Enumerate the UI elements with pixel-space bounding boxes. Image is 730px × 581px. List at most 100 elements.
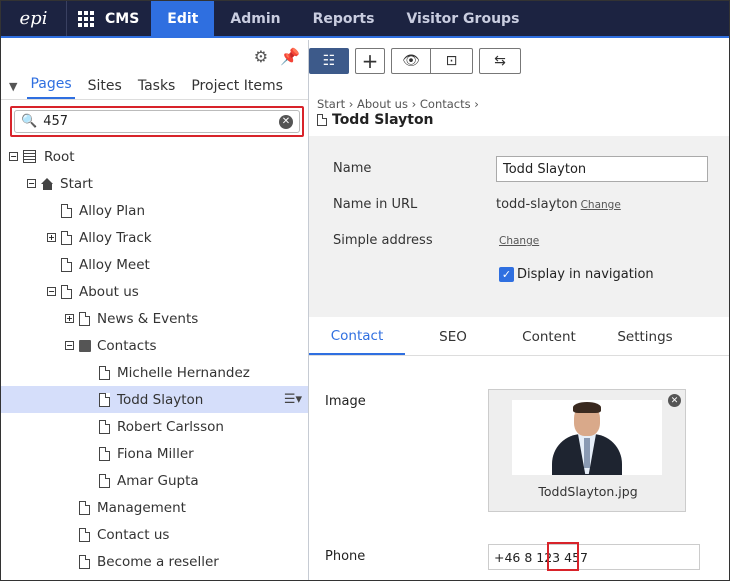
- page-icon: [79, 311, 90, 326]
- collapse-icon[interactable]: −: [27, 179, 36, 188]
- address-label: Simple address: [333, 233, 433, 248]
- tree-item-label: Start: [60, 175, 93, 192]
- tree-item[interactable]: Management: [1, 494, 308, 521]
- tab-tasks[interactable]: Tasks: [135, 78, 179, 99]
- tree-item-label: Amar Gupta: [117, 472, 199, 489]
- checkbox-checked-icon[interactable]: ✓: [499, 267, 514, 282]
- page-title-text: Todd Slayton: [332, 112, 434, 128]
- editor-toolbar: ☷ + 👁 ⊡ ⇆: [309, 40, 729, 82]
- page-icon: [99, 419, 110, 434]
- display-in-nav[interactable]: ✓ Display in navigation: [499, 267, 654, 282]
- clear-search-icon[interactable]: ✕: [279, 114, 293, 129]
- pin-icon[interactable]: 📌: [280, 47, 300, 66]
- compare-button[interactable]: ⊡: [431, 48, 473, 74]
- app-grid-icon[interactable]: [67, 1, 105, 36]
- tree-item-label: Alloy Track: [79, 229, 152, 246]
- property-tabs: Contact SEO Content Settings: [309, 318, 729, 356]
- tree-item[interactable]: − Start: [1, 170, 308, 197]
- page-properties: Name Todd Slayton Name in URL todd-slayt…: [309, 136, 729, 317]
- add-button[interactable]: +: [355, 48, 385, 74]
- folder-icon: [79, 339, 91, 352]
- tab-settings[interactable]: Settings: [597, 318, 693, 355]
- tree-item-label: Alloy Plan: [79, 202, 145, 219]
- tree-item-label: Become a reseller: [97, 553, 219, 570]
- tree-item[interactable]: Alloy Meet: [1, 251, 308, 278]
- tree-item[interactable]: Become a reseller: [1, 548, 308, 575]
- tree-item-label: Fiona Miller: [117, 445, 194, 462]
- tab-contact[interactable]: Contact: [309, 318, 405, 355]
- tree-item-label: Contact us: [97, 526, 170, 543]
- breadcrumb: Start › About us › Contacts ›: [317, 97, 479, 111]
- tab-pages[interactable]: Pages: [27, 76, 75, 99]
- epi-logo[interactable]: epi: [1, 1, 67, 36]
- preview-button[interactable]: 👁: [391, 48, 431, 74]
- breadcrumb-contacts[interactable]: Contacts: [420, 97, 471, 111]
- collapse-icon[interactable]: −: [47, 287, 56, 296]
- change-url-link[interactable]: Change: [581, 199, 621, 211]
- search-match-highlight: [547, 542, 579, 571]
- display-in-nav-label: Display in navigation: [517, 267, 654, 282]
- tree-item-label: Todd Slayton: [117, 391, 204, 408]
- tree-item[interactable]: Todd Slayton ☰▾: [1, 386, 308, 413]
- breadcrumb-about[interactable]: About us: [357, 97, 408, 111]
- tree-item[interactable]: Michelle Hernandez: [1, 359, 308, 386]
- tree-item[interactable]: Fiona Miller: [1, 440, 308, 467]
- context-menu-icon[interactable]: ☰▾: [284, 392, 302, 407]
- url-value-row: todd-slayton Change: [496, 197, 621, 212]
- expand-icon[interactable]: +: [65, 314, 74, 323]
- breadcrumb-start[interactable]: Start: [317, 97, 345, 111]
- tree-item[interactable]: + News & Events: [1, 305, 308, 332]
- url-label: Name in URL: [333, 197, 418, 212]
- tree-item-label: Management: [97, 499, 186, 516]
- tree-item-label: Alloy Meet: [79, 256, 150, 273]
- change-address-link[interactable]: Change: [499, 235, 539, 247]
- page-icon: [99, 365, 110, 380]
- nav-tab-visitor-groups[interactable]: Visitor Groups: [390, 1, 535, 36]
- app-name: CMS: [105, 10, 140, 27]
- nav-tab-edit[interactable]: Edit: [151, 1, 215, 36]
- tree-item[interactable]: + Alloy Track: [1, 224, 308, 251]
- page-icon: [61, 257, 72, 272]
- tree-item-label: About us: [79, 283, 139, 300]
- page-icon: [79, 500, 90, 515]
- gear-icon[interactable]: ⚙: [254, 47, 268, 66]
- nav-tab-reports[interactable]: Reports: [297, 1, 391, 36]
- tree-item[interactable]: Amar Gupta: [1, 467, 308, 494]
- page-icon: [61, 230, 72, 245]
- expand-icon[interactable]: +: [47, 233, 56, 242]
- tree-item[interactable]: Robert Carlsson: [1, 413, 308, 440]
- tree-item-label: News & Events: [97, 310, 199, 327]
- tree-item[interactable]: Contact us: [1, 521, 308, 548]
- collapse-icon[interactable]: −: [9, 152, 18, 161]
- name-field[interactable]: Todd Slayton: [496, 156, 708, 182]
- editor-pane: ☷ + 👁 ⊡ ⇆ Start › About us › Contacts › …: [309, 40, 729, 580]
- tree-item[interactable]: Alloy Plan: [1, 197, 308, 224]
- tree-item[interactable]: − About us: [1, 278, 308, 305]
- pane-tabs: ▼ Pages Sites Tasks Project Items: [1, 72, 308, 100]
- tab-project-items[interactable]: Project Items: [188, 78, 286, 99]
- remove-image-icon[interactable]: ✕: [668, 394, 681, 407]
- page-icon: [79, 527, 90, 542]
- search-input[interactable]: [43, 114, 273, 129]
- phone-field[interactable]: +46 8 123 457: [488, 544, 700, 570]
- view-group: 👁 ⊡: [391, 48, 473, 74]
- nav-tab-admin[interactable]: Admin: [214, 1, 296, 36]
- tree-item[interactable]: − Contacts: [1, 332, 308, 359]
- home-icon: [41, 177, 54, 190]
- plus-icon: +: [361, 49, 379, 73]
- tree-item[interactable]: − Root: [1, 143, 308, 170]
- tab-sites[interactable]: Sites: [85, 78, 125, 99]
- tab-content[interactable]: Content: [501, 318, 597, 355]
- chevron-down-icon[interactable]: ▼: [9, 80, 17, 99]
- image-field[interactable]: ✕ ToddSlayton.jpg: [488, 389, 686, 512]
- tab-seo[interactable]: SEO: [405, 318, 501, 355]
- toggle-assets-button[interactable]: ⇆: [479, 48, 521, 74]
- toggle-tree-button[interactable]: ☷: [309, 48, 349, 74]
- collapse-icon[interactable]: −: [65, 341, 74, 350]
